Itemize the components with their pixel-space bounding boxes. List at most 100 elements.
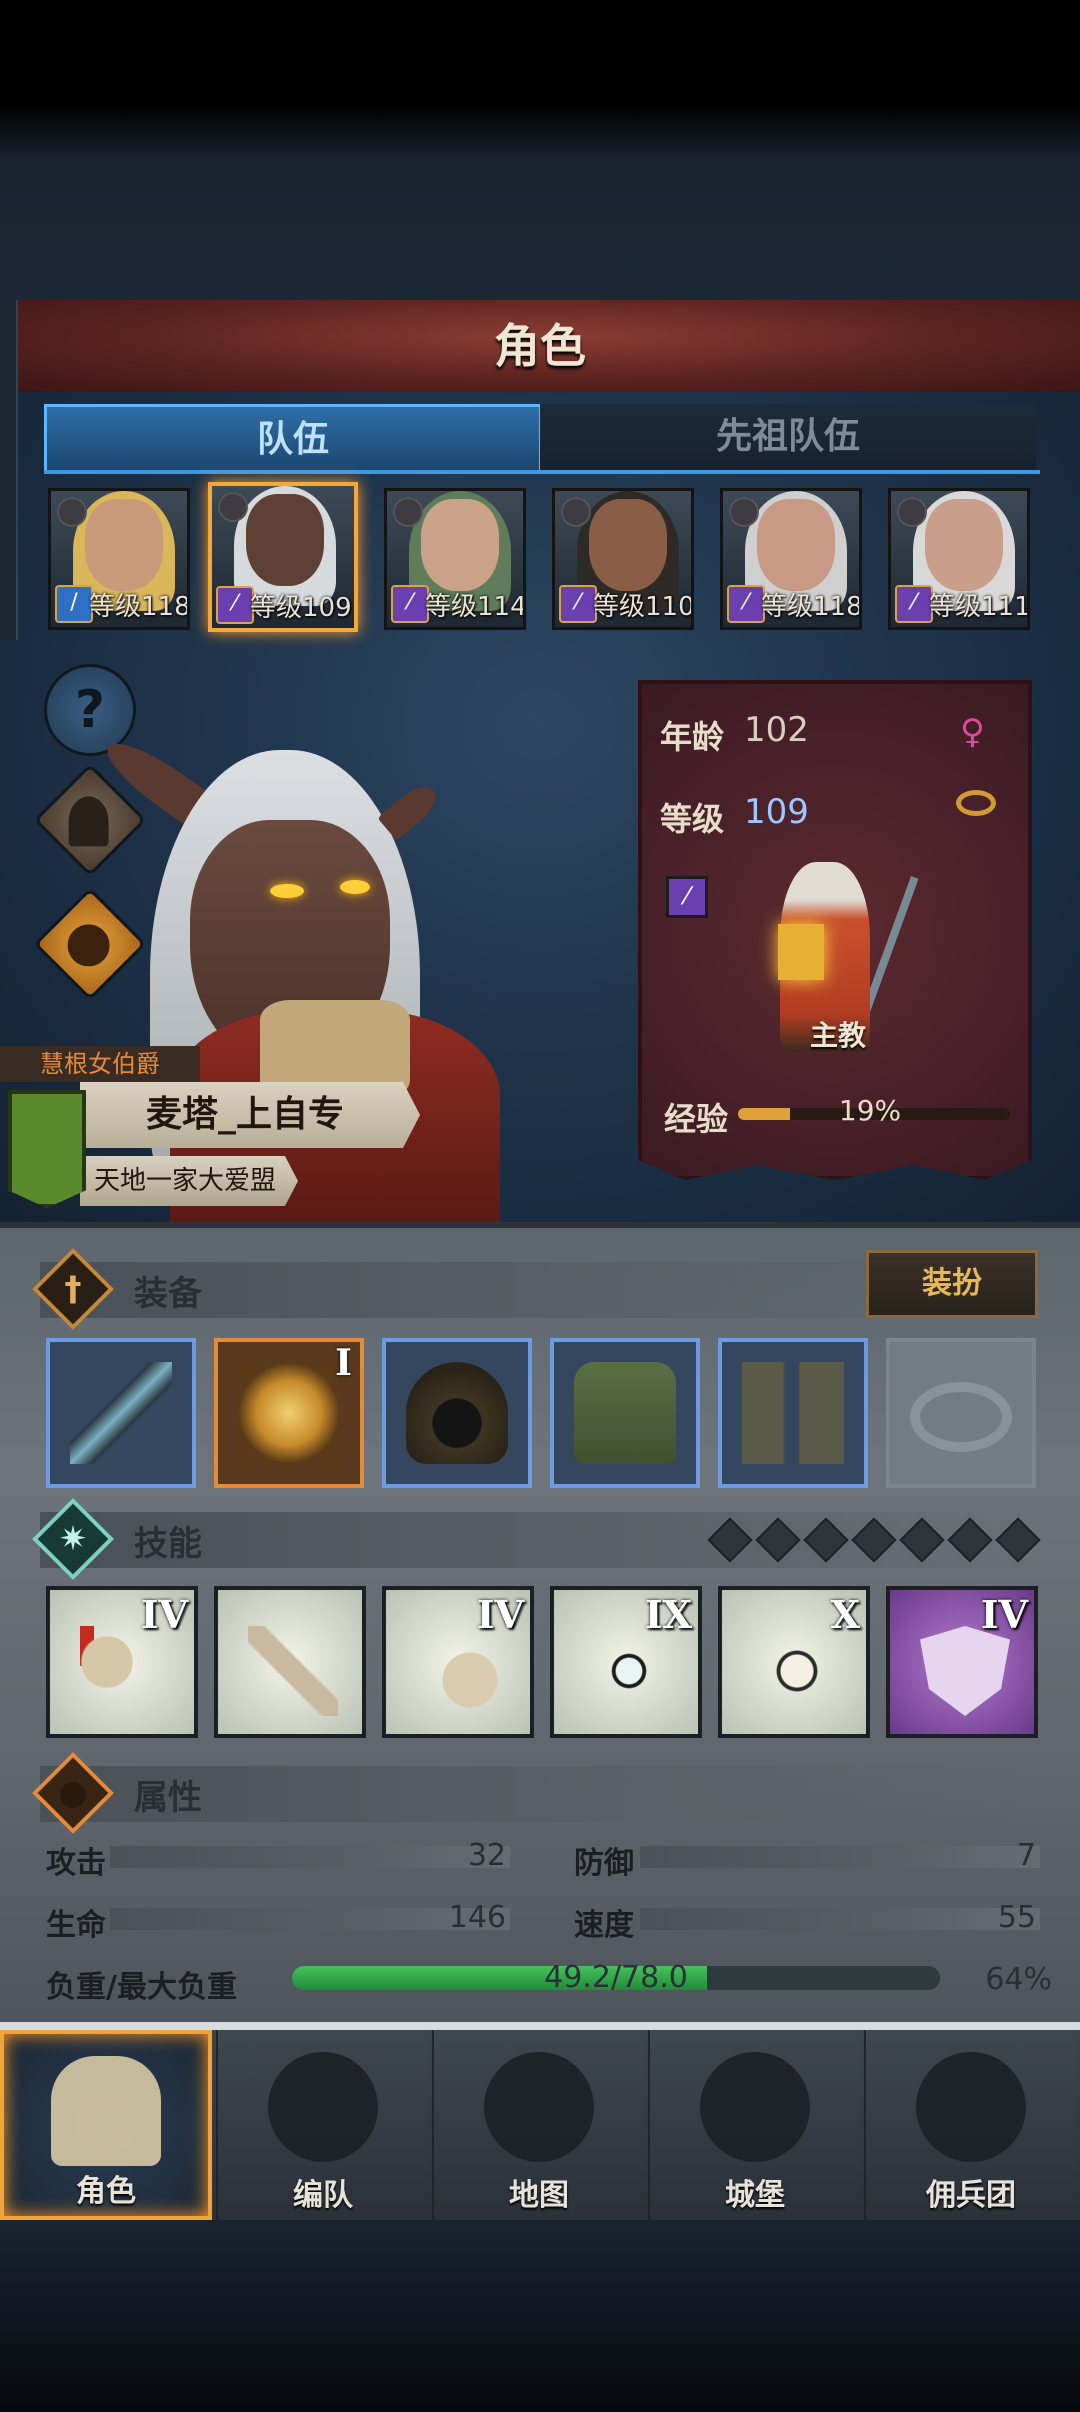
- outfit-button[interactable]: 装扮: [866, 1250, 1038, 1318]
- tab-underline: [44, 470, 1040, 474]
- member-level: 等级118: [761, 592, 862, 622]
- help-button[interactable]: ?: [44, 664, 136, 756]
- party-flag-icon: [218, 492, 248, 522]
- guild-name[interactable]: 天地一家大爱盟: [80, 1156, 290, 1206]
- bottom-letterbox: [0, 2220, 1080, 2412]
- load-percent: 64%: [985, 1962, 1052, 1997]
- equipment-rank: I: [335, 1342, 352, 1384]
- party-flag-icon: [897, 497, 927, 527]
- figure-icon: ●: [58, 1773, 88, 1813]
- sword-icon: /: [55, 585, 93, 623]
- portrait-eye-right: [340, 880, 370, 894]
- knight-icon: [51, 2056, 161, 2166]
- female-icon: ♀: [960, 712, 985, 752]
- portrait-face: [757, 499, 835, 591]
- equipment-slot[interactable]: I: [214, 1338, 364, 1488]
- portrait-face: [85, 499, 163, 591]
- attributes-title: 属性: [134, 1778, 202, 1818]
- skill-icon: [752, 1626, 842, 1716]
- class-name: 主教: [809, 1019, 866, 1052]
- staff-icon: ⁄: [727, 585, 765, 623]
- nav-label: 城堡: [725, 2178, 785, 2213]
- portrait-face: [589, 499, 667, 591]
- page-title: 角色: [494, 319, 586, 373]
- skill-slot[interactable]: IV: [886, 1586, 1038, 1738]
- equipment-slot[interactable]: [382, 1338, 532, 1488]
- skill-icon: [416, 1626, 506, 1716]
- hp-value: 146: [448, 1900, 506, 1935]
- party-flag-icon: [393, 497, 423, 527]
- nav-item[interactable]: 编队: [216, 2030, 428, 2220]
- character-name[interactable]: 麦塔_上自专: [80, 1082, 410, 1148]
- hp-label: 生命: [46, 1908, 106, 1943]
- skill-slot[interactable]: X: [718, 1586, 870, 1738]
- potion-icon: [67, 924, 110, 967]
- nav-label: 地图: [509, 2178, 569, 2213]
- portrait-face: [925, 499, 1003, 591]
- portrait-face: [421, 499, 499, 591]
- nav-item[interactable]: 城堡: [648, 2030, 860, 2220]
- help-icon: ?: [74, 680, 106, 740]
- skill-slot[interactable]: [214, 1586, 366, 1738]
- staff-icon: ⁄: [666, 876, 708, 918]
- skill-rank: IX: [644, 1592, 692, 1637]
- staff-item: [70, 1362, 172, 1464]
- skill-icon: [920, 1626, 1010, 1716]
- character-icon: [68, 796, 109, 847]
- member-level: 等级114: [425, 592, 526, 622]
- mercenary-icon: [916, 2052, 1026, 2162]
- tab-team[interactable]: 队伍: [44, 404, 542, 473]
- equipment-slot[interactable]: [718, 1338, 868, 1488]
- party-flag-icon: [57, 497, 87, 527]
- staff-icon: ⁄: [216, 586, 254, 624]
- star-icon: ✷: [58, 1519, 88, 1559]
- nav-item[interactable]: 角色: [0, 2030, 212, 2220]
- party-member-portrait[interactable]: ⁄ 等级109: [208, 482, 358, 632]
- staff-icon: ⁄: [895, 585, 933, 623]
- ring-icon[interactable]: [956, 790, 996, 816]
- defense-value: 7: [1016, 1838, 1036, 1873]
- member-level: 等级118: [89, 592, 190, 622]
- tome-item: [238, 1362, 340, 1464]
- ring-slot-empty: [910, 1382, 1012, 1452]
- party-member-portrait[interactable]: ⁄ 等级114: [384, 488, 526, 630]
- guild-banner-icon[interactable]: [8, 1090, 86, 1208]
- hood-item: [406, 1362, 508, 1464]
- skill-icon: [248, 1626, 338, 1716]
- tab-ancestor-team[interactable]: 先祖队伍: [540, 404, 1036, 474]
- staff-icon: ⁄: [391, 585, 429, 623]
- member-level: 等级111: [929, 592, 1030, 622]
- character-title-badge: 慧根女伯爵: [0, 1046, 200, 1082]
- nav-item[interactable]: 佣兵团: [864, 2030, 1076, 2220]
- exp-percent: 19%: [838, 1094, 902, 1127]
- equipment-slot[interactable]: [46, 1338, 196, 1488]
- portrait-face: [246, 494, 324, 586]
- party-member-portrait[interactable]: / 等级118: [48, 488, 190, 630]
- member-level: 等级110: [593, 592, 694, 622]
- skill-rank: IV: [476, 1592, 524, 1637]
- age-value: 102: [744, 710, 809, 750]
- speed-label: 速度: [574, 1908, 634, 1943]
- party-flag-icon: [561, 497, 591, 527]
- skill-slot[interactable]: IV: [382, 1586, 534, 1738]
- party-flag-icon: [729, 497, 759, 527]
- skill-slot[interactable]: IX: [550, 1586, 702, 1738]
- equipment-slot[interactable]: [886, 1338, 1036, 1488]
- equipment-slot[interactable]: [550, 1338, 700, 1488]
- nav-item[interactable]: 地图: [432, 2030, 644, 2220]
- party-member-portrait[interactable]: ⁄ 等级118: [720, 488, 862, 630]
- age-label: 年龄: [660, 718, 725, 756]
- party-member-portrait[interactable]: ⁄ 等级110: [552, 488, 694, 630]
- exp-bar-fill: [738, 1108, 790, 1120]
- exp-label: 经验: [664, 1100, 729, 1138]
- tunic-item: [574, 1362, 676, 1464]
- dagger-icon: †: [64, 1269, 82, 1309]
- skill-rank: IV: [140, 1592, 188, 1637]
- speed-value: 55: [997, 1900, 1036, 1935]
- portrait-eye-left: [270, 884, 304, 898]
- compass-map-icon: [484, 2052, 594, 2162]
- nav-label: 佣兵团: [926, 2178, 1016, 2213]
- skills-title: 技能: [134, 1524, 202, 1564]
- skill-slot[interactable]: IV: [46, 1586, 198, 1738]
- party-member-portrait[interactable]: ⁄ 等级111: [888, 488, 1030, 630]
